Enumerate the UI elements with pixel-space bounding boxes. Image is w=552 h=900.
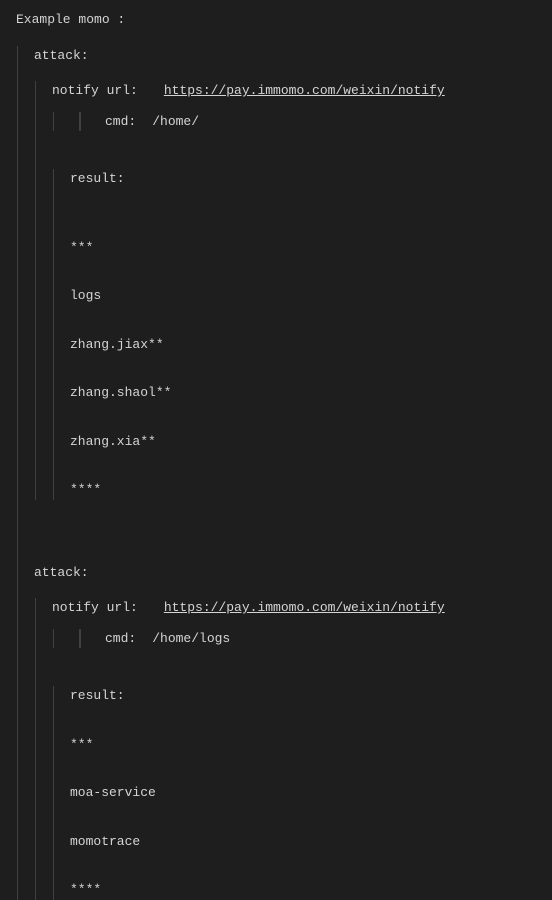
cmd-row-2: cmd: /home/logs: [79, 629, 536, 649]
result-label-2: result:: [70, 686, 536, 706]
notify-row-1: notify url: https://pay.immomo.com/weixi…: [52, 81, 536, 101]
attack-label-1: attack:: [34, 46, 536, 66]
result-line: zhang.shaol**: [70, 383, 536, 403]
result-line: ***: [70, 735, 536, 755]
result-line: zhang.xia**: [70, 432, 536, 452]
notify-url-2[interactable]: https://pay.immomo.com/weixin/notify: [164, 598, 445, 618]
result-line: ****: [70, 480, 536, 500]
result-line: moa-service: [70, 783, 536, 803]
result-line: ****: [70, 880, 536, 900]
attack-1-body: notify url: https://pay.immomo.com/weixi…: [35, 81, 536, 500]
notify-label-1: notify url:: [52, 81, 138, 101]
notify-url-1[interactable]: https://pay.immomo.com/weixin/notify: [164, 81, 445, 101]
result-line: ***: [70, 238, 536, 258]
notify-row-2: notify url: https://pay.immomo.com/weixi…: [52, 598, 536, 618]
cmd-outer-1: cmd: /home/: [53, 112, 536, 132]
indent-block-1: attack: notify url: https://pay.immomo.c…: [17, 46, 536, 900]
cmd-label-1: cmd:: [105, 112, 136, 132]
attack-2-body: notify url: https://pay.immomo.com/weixi…: [35, 598, 536, 900]
example-header: Example momo :: [16, 10, 536, 30]
result-block-1: result: *** logs zhang.jiax** zhang.shao…: [53, 169, 536, 500]
result-line: zhang.jiax**: [70, 335, 536, 355]
result-line: logs: [70, 286, 536, 306]
cmd-value-2: /home/logs: [152, 629, 230, 649]
notify-label-2: notify url:: [52, 598, 138, 618]
cmd-value-1: /home/: [152, 112, 199, 132]
result-line: momotrace: [70, 832, 536, 852]
result-label-1: result:: [70, 169, 536, 189]
cmd-row-1: cmd: /home/: [79, 112, 536, 132]
cmd-outer-2: cmd: /home/logs: [53, 629, 536, 649]
result-block-2: result: *** moa-service momotrace ****: [53, 686, 536, 900]
cmd-label-2: cmd:: [105, 629, 136, 649]
attack-label-2: attack:: [34, 563, 536, 583]
